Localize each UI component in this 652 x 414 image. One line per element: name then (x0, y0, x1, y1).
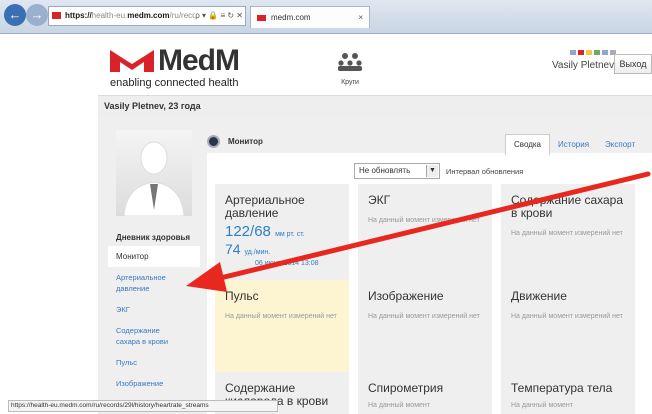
card-title: Температура тела (511, 381, 613, 395)
tab-export[interactable]: Экспорт (597, 135, 643, 155)
card-blood-sugar[interactable]: Содержание сахара в крови На данный моме… (501, 184, 635, 282)
sidebar-list: Монитор Артериальное давление ЭКГ Содерж… (108, 246, 200, 406)
monitor-title: Монитор (228, 137, 263, 146)
card-title: Изображение (368, 289, 444, 303)
address-bar[interactable]: https://health-eu.medm.com/ru/records/29… (48, 6, 246, 26)
card-title: Артериальное давление (225, 193, 305, 220)
sidebar-item-monitor[interactable]: Монитор (108, 246, 200, 267)
brand-name: MedM (158, 44, 240, 77)
card-title: Спирометрия (368, 381, 444, 395)
bp-value: 122/68 (225, 223, 271, 240)
bp-unit: мм рт. ст. (275, 231, 305, 238)
card-image[interactable]: Изображение На данный момент измерений н… (358, 280, 492, 378)
sidebar-item-blood-pressure[interactable]: Артериальное давление (108, 267, 200, 299)
card-title: ЭКГ (368, 193, 391, 207)
url-host: medm.com (127, 11, 170, 20)
patient-title: Vasily Pletnev, 23 года (98, 95, 652, 116)
card-ecg[interactable]: ЭКГ На данный момент измерений нет (358, 184, 492, 282)
logout-button[interactable]: Выход (614, 54, 652, 74)
no-data-text: На данный момент измерений нет (368, 313, 480, 320)
brand-tagline: enabling connected health (110, 77, 239, 89)
bp-value-line: 122/68 мм рт. ст. (225, 224, 339, 242)
tab-summary[interactable]: Сводка (505, 134, 551, 155)
pulse-value: 74 (225, 241, 241, 257)
card-body-temperature[interactable]: Температура тела На данный момент (501, 372, 635, 414)
card-title: Движение (511, 289, 567, 303)
refresh-interval-label: Интервал обновления (446, 167, 524, 176)
no-data-text: На данный момент (511, 402, 573, 409)
site-icon (52, 12, 61, 19)
url-host-prefix: health-eu. (91, 11, 128, 20)
address-bar-icons[interactable]: ρ ▾ 🔒 ≡ ↻ ✕ (195, 7, 243, 25)
refresh-select[interactable]: Не обновлять ▼ (354, 163, 440, 179)
card-blood-pressure[interactable]: Артериальное давление 122/68 мм рт. ст. … (215, 184, 349, 282)
chevron-down-icon: ▼ (426, 165, 438, 177)
no-data-text: На данный момент измерений нет (368, 217, 480, 224)
circles-link[interactable]: Круги (330, 52, 370, 86)
forward-button[interactable]: → (26, 4, 48, 26)
measurement-date: 06 июня 2014 13:08 (255, 260, 319, 267)
user-name[interactable]: Vasily Pletnev (552, 60, 614, 71)
no-data-text: На данный момент (368, 402, 430, 409)
avatar (116, 130, 192, 216)
forward-arrow-icon: → (30, 7, 44, 22)
monitor-icon (207, 135, 220, 148)
card-motion[interactable]: Движение На данный момент измерений нет (501, 280, 635, 378)
sidebar-item-image[interactable]: Изображение (108, 373, 200, 394)
language-flags[interactable] (570, 42, 640, 55)
view-tabs: Сводка История Экспорт (505, 134, 643, 155)
refresh-select-value: Не обновлять (359, 166, 411, 175)
card-pulse[interactable]: Пульс На данный момент измерений нет (215, 280, 349, 378)
tab-history[interactable]: История (550, 135, 597, 155)
medm-logo-mark (110, 50, 154, 72)
card-title: Пульс (225, 289, 259, 303)
sidebar-item-ecg[interactable]: ЭКГ (108, 299, 200, 320)
pulse-unit: уд./мин. (244, 249, 271, 256)
no-data-text: На данный момент измерений нет (511, 230, 623, 237)
url-scheme: https:// (65, 11, 92, 20)
tab-favicon-icon (257, 15, 266, 21)
circles-label: Круги (341, 79, 359, 86)
card-spirometry[interactable]: Спирометрия На данный момент (358, 372, 492, 414)
people-group-icon (338, 53, 362, 71)
back-button[interactable]: ← (4, 4, 26, 26)
status-bar-url: https://health-eu.medm.com/ru/records/29… (8, 400, 278, 412)
person-silhouette-icon (123, 141, 185, 216)
health-diary-title: Дневник здоровья (116, 233, 191, 242)
tab-close-icon[interactable]: × (358, 7, 363, 29)
back-arrow-icon: ← (8, 7, 22, 22)
no-data-text: На данный момент измерений нет (511, 313, 623, 320)
no-data-text: На данный момент измерений нет (225, 313, 337, 320)
sidebar-item-blood-sugar[interactable]: Содержание сахара в крови (108, 320, 200, 352)
pulse-value-line: 74 уд./мин. (225, 242, 339, 260)
browser-tab[interactable]: medm.com × (250, 6, 370, 28)
sidebar-item-pulse[interactable]: Пульс (108, 352, 200, 373)
card-title: Содержание сахара в крови (511, 193, 624, 220)
tab-title: medm.com (271, 13, 311, 22)
